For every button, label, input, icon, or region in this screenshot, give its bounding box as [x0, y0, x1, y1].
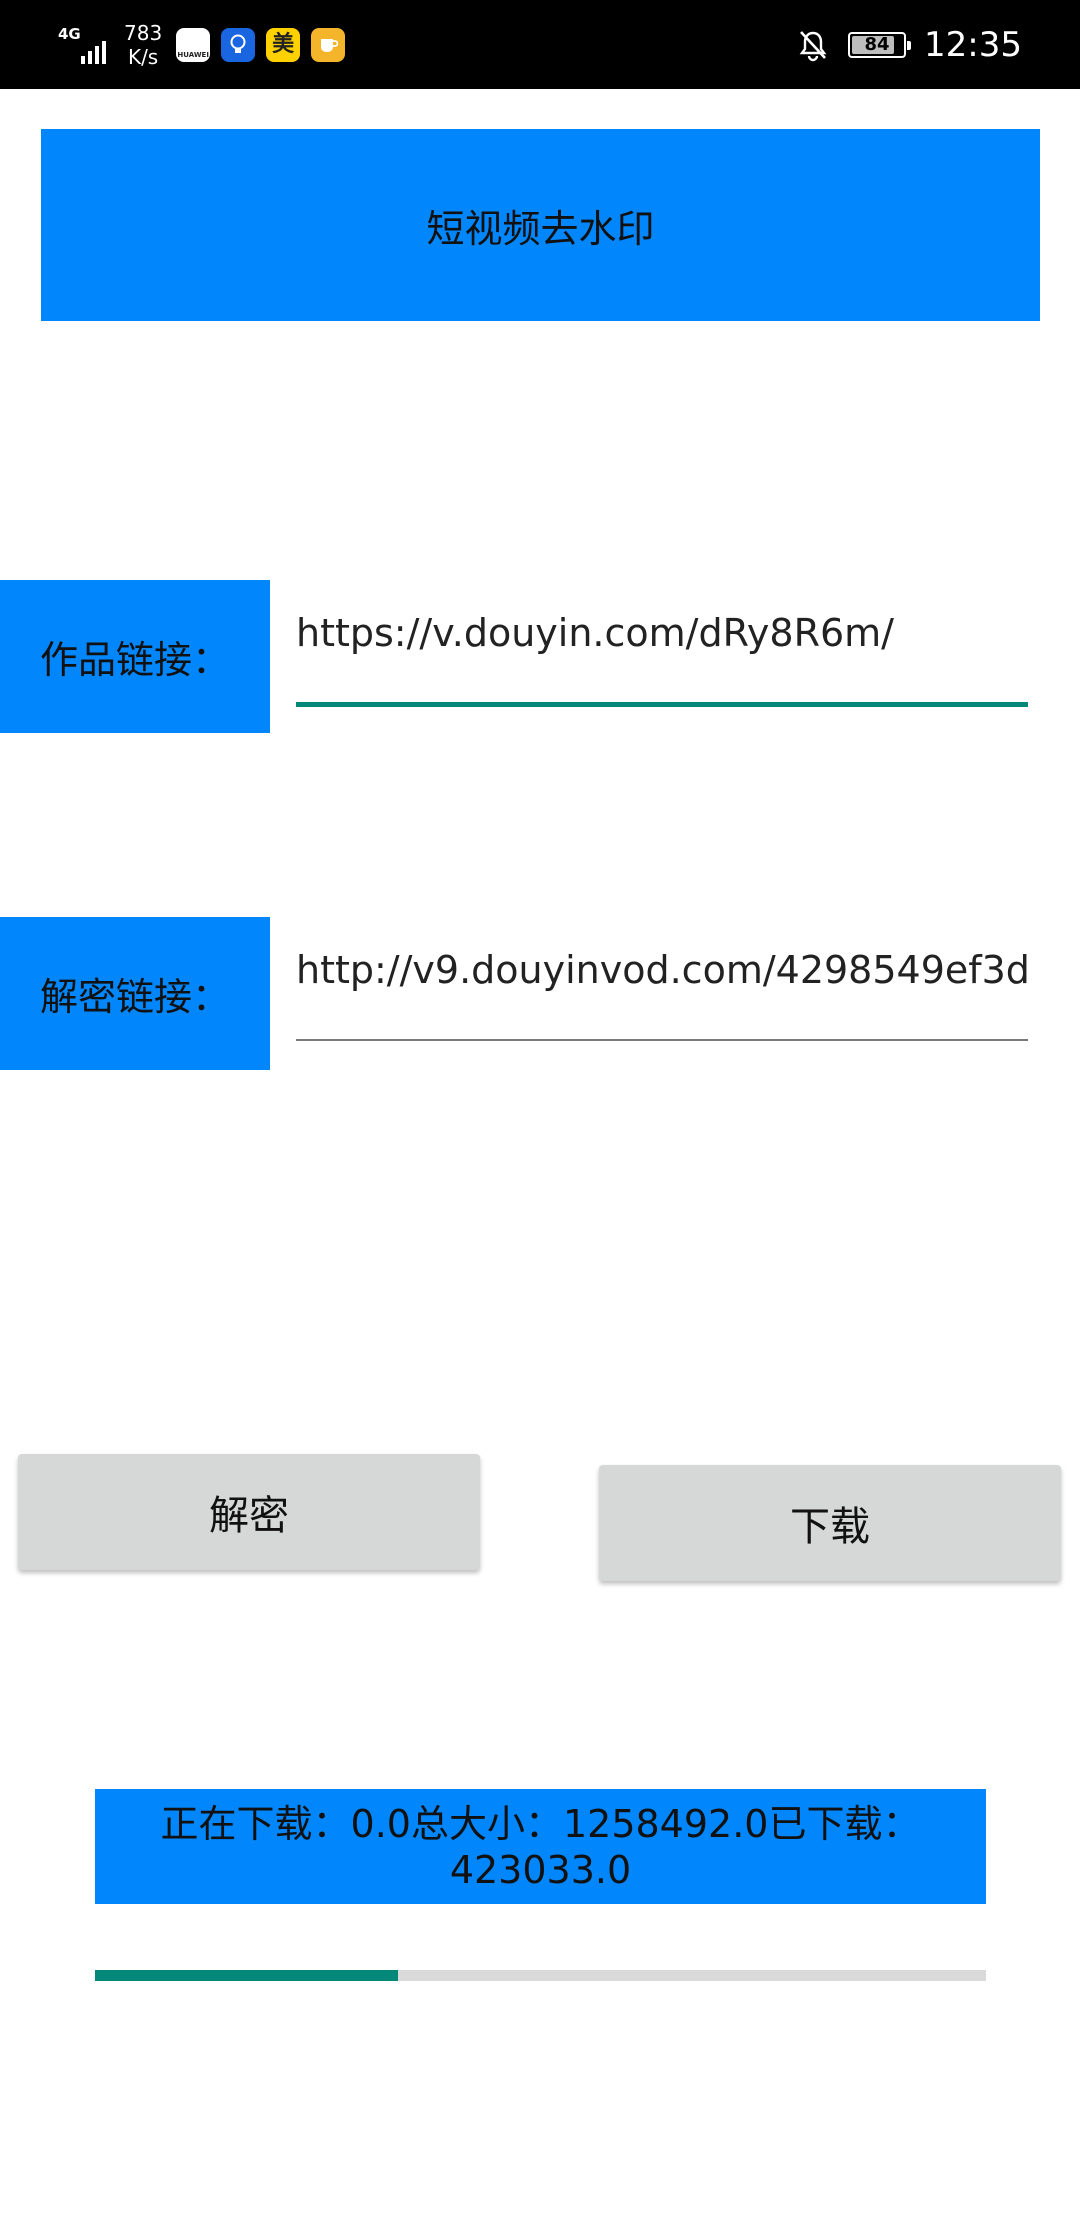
battery-icon: 84 — [848, 31, 912, 58]
decrypt-button[interactable]: 解密 — [18, 1454, 480, 1570]
lightbulb-app-icon — [221, 27, 256, 62]
download-status-text: 正在下载：0.0总大小：1258492.0已下载：423033.0 — [95, 1789, 986, 1904]
status-time: 12:35 — [924, 24, 1022, 65]
cup-app-icon — [311, 27, 346, 62]
network-speed: 783 K/s — [124, 20, 163, 69]
decrypt-link-input[interactable]: http://v9.douyinvod.com/4298549ef3d2 — [296, 945, 1028, 1041]
work-link-input[interactable]: https://v.douyin.com/dRy8R6m/ — [296, 608, 1028, 707]
page-title: 短视频去水印 — [41, 129, 1040, 321]
huawei-app-gallery-icon: HUAWEI — [176, 27, 211, 62]
download-button[interactable]: 下载 — [599, 1465, 1061, 1581]
network-type: 4G — [58, 24, 81, 43]
status-bar: 4G 783 K/s HUAWEI 美 84 12:35 — [0, 0, 1080, 89]
work-link-label: 作品链接： — [0, 580, 270, 733]
battery-level: 84 — [864, 33, 890, 55]
decrypt-link-label: 解密链接： — [0, 917, 270, 1070]
status-bar-right: 84 12:35 — [796, 0, 1022, 89]
download-progress-fill — [95, 1970, 398, 1981]
meituan-icon: 美 — [266, 27, 301, 62]
bell-muted-icon — [796, 28, 830, 62]
status-bar-left: 4G 783 K/s HUAWEI 美 — [58, 0, 346, 89]
download-progress-bar — [95, 1970, 986, 1981]
cellular-signal-icon: 4G — [58, 22, 112, 68]
